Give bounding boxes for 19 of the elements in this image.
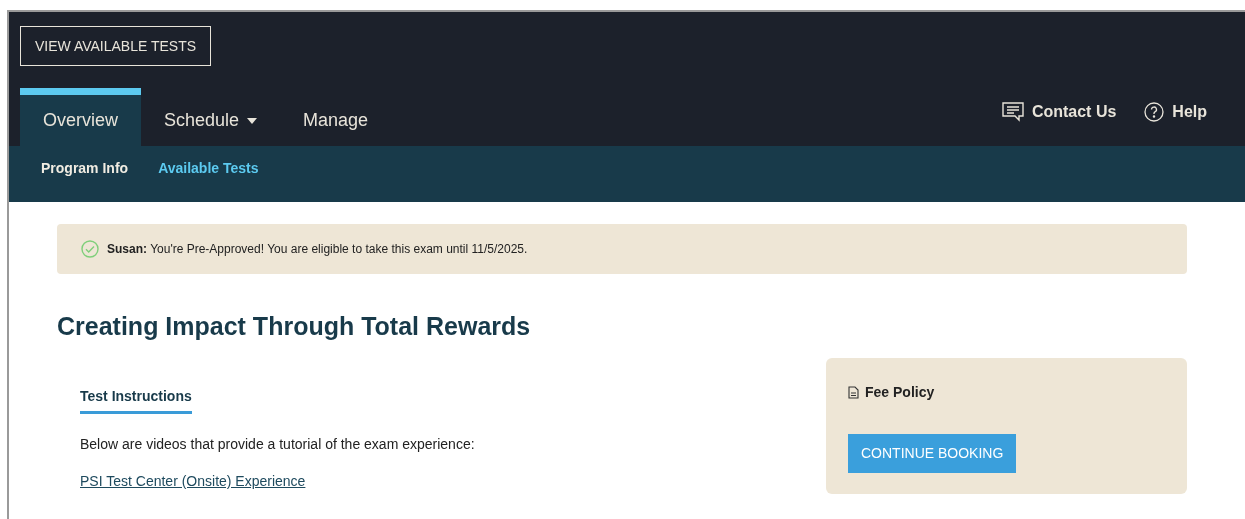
check-circle-icon bbox=[81, 240, 99, 258]
experience-link[interactable]: PSI Test Center (Onsite) Experience bbox=[80, 471, 475, 492]
subnav-link[interactable]: Available Tests bbox=[158, 158, 259, 179]
help-link[interactable]: Help bbox=[1144, 100, 1207, 124]
instructions-tab[interactable]: Test Instructions bbox=[80, 386, 192, 414]
help-icon bbox=[1144, 102, 1165, 122]
page-title: Creating Impact Through Total Rewards bbox=[57, 311, 532, 342]
nav-tab[interactable]: Overview bbox=[20, 88, 141, 146]
chat-icon bbox=[1001, 102, 1024, 122]
nav-tab[interactable]: Manage bbox=[280, 88, 392, 146]
nav-tab[interactable]: Schedule bbox=[141, 88, 281, 146]
document-icon bbox=[848, 386, 859, 399]
contact-link[interactable]: Contact Us bbox=[1001, 100, 1117, 124]
caret-icon bbox=[247, 117, 258, 124]
instructions-text: Below are videos that provide a tutorial of the exam experience: bbox=[80, 435, 475, 454]
alert-message: Susan: You're Pre-Approved! You are eligible to take this exam until 11/5/2025. bbox=[107, 241, 528, 258]
fee-policy-link[interactable]: Fee Policy bbox=[848, 382, 1187, 403]
subnav-link[interactable]: Program Info bbox=[41, 158, 129, 179]
view-tests-button[interactable]: VIEW AVAILABLE TESTS bbox=[20, 26, 212, 66]
